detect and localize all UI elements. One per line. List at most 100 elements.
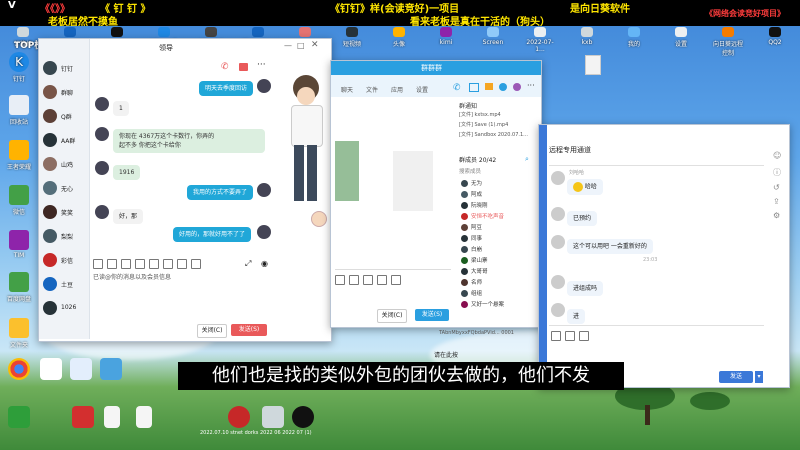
shared-file-item[interactable]: [文件] kxtsx.mp4 xyxy=(459,111,501,118)
document-icon[interactable] xyxy=(136,406,152,428)
close-button[interactable]: 关闭(C) xyxy=(377,309,407,323)
desktop-icon[interactable]: 回收站 xyxy=(2,95,36,126)
emoji-icon[interactable] xyxy=(551,331,561,341)
desktop-icon[interactable]: 百度网盘 xyxy=(2,272,36,303)
sidebar-item[interactable]: 群聊 xyxy=(41,83,87,103)
sidebar-item[interactable]: 笑笑 xyxy=(41,203,87,223)
folder-icon[interactable] xyxy=(579,331,589,341)
image-icon[interactable] xyxy=(135,259,145,269)
settings-icon[interactable]: ⚙ xyxy=(773,211,780,220)
folder-icon[interactable] xyxy=(363,275,373,285)
close-button[interactable]: 关闭(C) xyxy=(197,324,227,338)
send-button[interactable]: 发送(S) xyxy=(415,309,449,321)
message-input[interactable] xyxy=(91,272,327,322)
desktop-icon[interactable]: 向日葵远程控制 xyxy=(711,27,745,57)
desktop-icon[interactable]: 短视频 xyxy=(335,27,369,48)
member-item[interactable]: 阿成 xyxy=(461,190,482,198)
history-icon[interactable]: ↺ xyxy=(773,183,780,192)
sidebar-item[interactable]: Q群 xyxy=(41,107,87,127)
member-item[interactable]: 大哥哥 xyxy=(461,267,488,275)
desktop-icon[interactable]: kxb xyxy=(570,27,604,46)
more-icon[interactable]: ··· xyxy=(257,60,266,70)
group-tab[interactable]: 应用 xyxy=(391,85,403,94)
send-button[interactable]: 发送(S) xyxy=(231,324,267,336)
image-icon[interactable] xyxy=(377,275,387,285)
scissors-icon[interactable] xyxy=(565,331,575,341)
desktop-icon[interactable]: 我的 xyxy=(617,27,651,48)
document-icon[interactable] xyxy=(70,358,92,380)
plugin-icon[interactable] xyxy=(513,83,521,91)
video-icon[interactable] xyxy=(239,63,248,71)
info-icon[interactable]: ⓘ xyxy=(773,167,781,178)
record-icon[interactable] xyxy=(228,406,250,428)
scissors-icon[interactable] xyxy=(107,259,117,269)
phone-icon[interactable]: ✆ xyxy=(453,83,461,93)
scissors-icon[interactable] xyxy=(349,275,359,285)
shared-file-item[interactable]: [文件] Sandbox 2020.07.1... xyxy=(459,131,528,138)
member-item[interactable]: 安恒不吃声音 xyxy=(461,212,504,220)
group-tab[interactable]: 设置 xyxy=(416,85,428,94)
expand-icon[interactable]: ⤢ xyxy=(245,259,251,269)
desktop-icon[interactable]: 2022-07-1... xyxy=(523,27,557,53)
more-icon[interactable]: ··· xyxy=(527,81,535,90)
upload-icon[interactable]: ⇪ xyxy=(773,197,780,206)
desktop-icon[interactable]: TIM xyxy=(2,230,36,259)
desktop-icon-dingtalk[interactable]: K 钉钉 xyxy=(2,52,36,83)
send-button[interactable]: 发送 xyxy=(719,371,753,383)
file-item[interactable]: TAbnMbyxxFQbdaPVid... 0001 xyxy=(439,330,514,336)
record-icon[interactable]: ◉ xyxy=(261,259,268,268)
member-item[interactable]: 无为 xyxy=(461,179,482,187)
app-icon[interactable] xyxy=(8,406,30,428)
group-tab[interactable]: 文件 xyxy=(366,85,378,94)
maximize-icon[interactable]: □ xyxy=(297,41,305,50)
chevron-down-icon[interactable]: ▾ xyxy=(755,371,763,383)
member-item[interactable]: 名师 xyxy=(461,278,482,286)
member-item[interactable]: 梁山寨 xyxy=(461,256,488,264)
desktop-icon[interactable]: 设置 xyxy=(664,27,698,48)
folder-icon[interactable] xyxy=(485,83,493,90)
screen-icon[interactable] xyxy=(163,259,173,269)
folder-icon[interactable] xyxy=(121,259,131,269)
file-icon[interactable] xyxy=(585,55,601,75)
sidebar-item[interactable]: 土豆 xyxy=(41,275,87,295)
tool-icon[interactable] xyxy=(262,406,284,428)
app-icon[interactable] xyxy=(499,83,507,91)
sidebar-item[interactable]: AA群 xyxy=(41,131,87,151)
desktop-icon-folder[interactable]: 文件夹 xyxy=(2,318,36,349)
desktop-icon[interactable]: 微信 xyxy=(2,185,36,216)
qq-icon[interactable] xyxy=(292,406,314,428)
history-icon[interactable] xyxy=(191,259,201,269)
sidebar-item[interactable]: 钉钉 xyxy=(41,59,87,79)
desktop-icon[interactable]: QQ2 xyxy=(758,27,792,46)
chrome-icon[interactable] xyxy=(8,358,30,380)
desktop-icon[interactable]: kimi xyxy=(429,27,463,46)
sidebar-item[interactable]: 梨梨 xyxy=(41,227,87,247)
gift-icon[interactable] xyxy=(177,259,187,269)
search-icon[interactable]: ⌕ xyxy=(525,155,529,164)
desktop-icon[interactable]: 头像 xyxy=(382,27,416,48)
minimize-icon[interactable]: — xyxy=(284,41,292,50)
emoji-icon[interactable] xyxy=(93,259,103,269)
mic-icon[interactable] xyxy=(391,275,401,285)
red-app-icon[interactable] xyxy=(72,406,94,428)
emoji-icon[interactable] xyxy=(335,275,345,285)
member-item[interactable]: 白崩 xyxy=(461,245,482,253)
member-item[interactable]: 组组 xyxy=(461,289,482,297)
close-icon[interactable]: ✕ xyxy=(311,40,319,50)
member-item[interactable]: 同事 xyxy=(461,234,482,242)
member-item[interactable]: 又好一个悬案 xyxy=(461,300,504,308)
phone-icon[interactable]: ✆ xyxy=(221,63,229,72)
sidebar-item[interactable]: 无心 xyxy=(41,179,87,199)
member-search[interactable]: 搜索成员 xyxy=(459,167,481,175)
user-icon[interactable]: ☺ xyxy=(773,151,781,160)
shared-file-item[interactable]: [文件] Save (1).mp4 xyxy=(459,121,508,128)
member-item[interactable]: 阮晓刚 xyxy=(461,201,488,209)
desktop-icon[interactable]: Screen xyxy=(476,27,510,46)
video-icon[interactable] xyxy=(469,83,479,92)
mic-icon[interactable] xyxy=(149,259,159,269)
sidebar-item[interactable]: 1026 xyxy=(41,299,87,319)
sidebar-item[interactable]: 山鸡 xyxy=(41,155,87,175)
app-icon[interactable] xyxy=(40,358,62,380)
member-item[interactable]: 阿豆 xyxy=(461,223,482,231)
document-icon[interactable] xyxy=(104,406,120,428)
